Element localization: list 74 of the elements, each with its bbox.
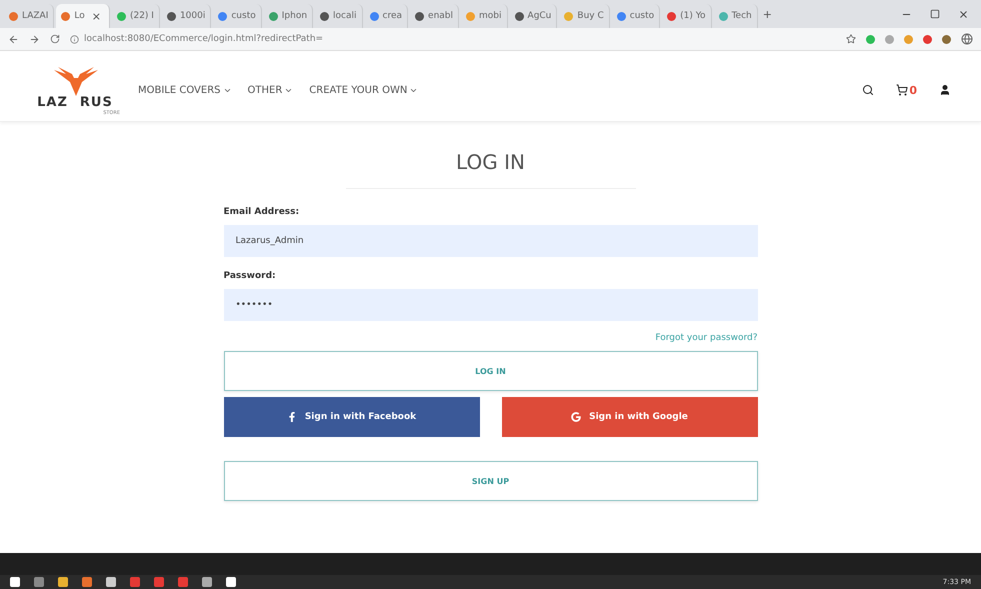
- login-button[interactable]: LOG IN: [224, 351, 758, 391]
- google-button[interactable]: Sign in with Google: [502, 397, 758, 437]
- facebook-icon: [286, 412, 297, 422]
- page-title: LOG IN: [346, 150, 636, 189]
- email-field[interactable]: Lazarus_Admin: [224, 225, 758, 257]
- tab-title: locali: [333, 11, 357, 21]
- maximize-icon[interactable]: [930, 8, 940, 18]
- taskbar-icon[interactable]: [130, 577, 140, 587]
- menu-link[interactable]: CREATE YOUR OWN: [309, 84, 418, 96]
- password-field[interactable]: •••••••: [224, 289, 758, 321]
- taskbar-icon[interactable]: [34, 577, 44, 587]
- favicon-icon: [514, 12, 524, 20]
- taskbar-icon[interactable]: [202, 577, 212, 587]
- info-icon: [70, 34, 79, 44]
- extension-icon[interactable]: [942, 34, 951, 44]
- tab-title: mobi: [479, 11, 502, 21]
- tab-title: LAZAI: [22, 11, 48, 21]
- browser-tab[interactable]: Lo ×: [56, 4, 110, 28]
- tab-title: Iphon: [282, 11, 308, 21]
- close-icon[interactable]: [958, 8, 969, 20]
- reload-icon[interactable]: [50, 34, 60, 44]
- profile-icon[interactable]: [961, 33, 973, 45]
- tab-title: Tech: [732, 11, 752, 21]
- star-icon[interactable]: [846, 34, 856, 44]
- favicon-icon: [116, 12, 126, 20]
- taskbar-icon[interactable]: [226, 577, 236, 587]
- taskbar-icon[interactable]: [82, 577, 92, 587]
- cart-icon[interactable]: [896, 84, 908, 96]
- favicon-icon: [415, 12, 424, 20]
- favicon-icon: [616, 12, 626, 20]
- new-tab-button[interactable]: +: [760, 8, 775, 20]
- favicon-icon: [268, 12, 278, 20]
- taskbar-icon[interactable]: [10, 577, 20, 587]
- favicon-icon: [166, 12, 176, 20]
- field-label: Email Address:: [224, 207, 300, 217]
- taskbar-icon[interactable]: [106, 577, 116, 587]
- tab-title: Lo: [74, 11, 85, 21]
- forgot-password-link[interactable]: Forgot your password?: [655, 333, 758, 343]
- tab-title: (22) I: [130, 11, 154, 21]
- taskbar-icon[interactable]: [58, 577, 68, 587]
- back-icon[interactable]: [8, 34, 19, 44]
- user-icon[interactable]: [939, 84, 951, 96]
- forward-icon[interactable]: [29, 34, 40, 44]
- menu-link[interactable]: MOBILE COVERS: [138, 84, 232, 96]
- favicon-icon: [564, 12, 574, 20]
- taskbar-icon[interactable]: [178, 577, 188, 587]
- tab-title: Buy C: [577, 11, 604, 21]
- tab-title: custo: [630, 11, 654, 21]
- favicon-icon: [370, 12, 379, 20]
- favicon-icon: [61, 12, 70, 20]
- facebook-button[interactable]: Sign in with Facebook: [224, 397, 480, 437]
- favicon-icon: [320, 12, 330, 20]
- favicon-icon: [218, 12, 228, 20]
- tab-title: AgCu: [528, 11, 552, 21]
- field-label: Password:: [224, 271, 277, 281]
- favicon-icon: [9, 12, 18, 20]
- extension-icon[interactable]: [923, 34, 932, 44]
- search-icon[interactable]: [862, 84, 874, 96]
- tab-title: (1) Yo: [680, 11, 706, 21]
- favicon-icon: [466, 12, 476, 20]
- logo-text: RUS: [80, 95, 113, 110]
- signup-button[interactable]: SIGN UP: [224, 461, 758, 501]
- menu-link[interactable]: OTHER: [248, 84, 294, 96]
- tab-title: 1000i: [180, 11, 206, 21]
- favicon-icon: [718, 12, 728, 20]
- tab-title: enabl: [428, 11, 454, 21]
- favicon-icon: [667, 12, 676, 20]
- close-tab-button[interactable]: ×: [88, 10, 104, 22]
- tab-title: custo: [231, 11, 256, 21]
- google-icon: [571, 412, 582, 422]
- taskbar-icon[interactable]: [154, 577, 164, 587]
- cart-count: 0: [909, 84, 917, 96]
- tab-title: crea: [382, 11, 402, 21]
- logo-text: LAZ: [37, 95, 68, 110]
